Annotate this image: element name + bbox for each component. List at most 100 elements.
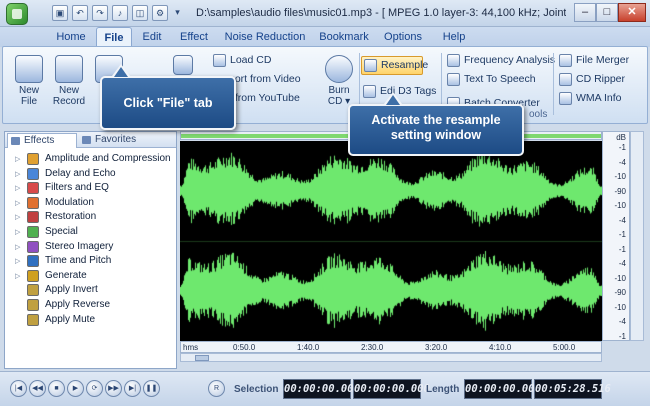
maximize-button[interactable]: □: [596, 3, 618, 22]
expand-icon[interactable]: [15, 302, 22, 309]
effect-label: Delay and Echo: [45, 167, 116, 179]
cd-ripper-button[interactable]: CD Ripper: [557, 71, 625, 88]
selection-label: Selection: [234, 384, 279, 395]
scroll-thumb[interactable]: [195, 355, 209, 361]
waveform-canvas[interactable]: [180, 141, 602, 341]
effect-item[interactable]: ▷ Filters and EQ: [13, 181, 175, 196]
selection-end-field[interactable]: 00:00:00.000: [353, 379, 430, 399]
vertical-scrollbar[interactable]: [630, 131, 644, 341]
tab-favorites[interactable]: Favorites: [79, 133, 159, 148]
effect-icon: [27, 299, 39, 311]
redo-icon[interactable]: ↷: [92, 5, 108, 21]
effect-icon: [27, 211, 39, 224]
expand-icon[interactable]: ▷: [15, 156, 22, 163]
burn-cd-icon: [325, 55, 353, 83]
length-label: Length: [426, 384, 460, 395]
expand-icon[interactable]: ▷: [15, 273, 22, 280]
expand-icon[interactable]: [15, 287, 22, 294]
tab-file[interactable]: File: [96, 27, 132, 47]
open-icon[interactable]: ◫: [132, 5, 148, 21]
db-tick-label: -10: [614, 273, 626, 283]
effect-label: Amplitude and Compression: [45, 153, 171, 164]
file-merger-button[interactable]: File Merger: [557, 52, 629, 69]
new-file-button[interactable]: New File: [11, 55, 47, 107]
tab-noise-reduction[interactable]: Noise Reduction: [222, 27, 308, 47]
effect-label: Stereo Imagery: [45, 240, 114, 252]
frequency-analysis-button[interactable]: Frequency Analysis: [445, 52, 555, 69]
ribbon-separator: [553, 53, 554, 115]
effect-item[interactable]: Apply Mute: [13, 313, 175, 328]
effect-item[interactable]: ▷ Restoration: [13, 210, 175, 225]
resample-button[interactable]: Resample: [361, 56, 428, 75]
db-tick-label: -1: [618, 143, 626, 152]
effect-item[interactable]: ▷ Modulation: [13, 196, 175, 211]
cd-ripper-icon: [559, 73, 572, 86]
load-cd-button[interactable]: Load CD: [211, 52, 271, 69]
effect-item[interactable]: Apply Reverse: [13, 298, 175, 313]
ribbon-file-panel: New File New Record O Load CD port from …: [2, 46, 648, 124]
effect-item[interactable]: ▷ Stereo Imagery: [13, 240, 175, 255]
time-ruler: hms 0:50.0 1:40.0 2:30.0 3:20.0 4:10.0 5:00.0: [180, 341, 602, 353]
effect-label: Apply Mute: [45, 313, 96, 325]
save-icon[interactable]: ▣: [52, 5, 68, 21]
app-logo-icon[interactable]: [6, 3, 28, 25]
expand-icon[interactable]: ▷: [15, 171, 22, 178]
wma-info-button[interactable]: WMA Info: [557, 90, 622, 107]
tab-bookmark[interactable]: Bookmark: [314, 27, 374, 47]
expand-icon[interactable]: ▷: [15, 258, 22, 265]
burn-cd-button[interactable]: Burn CD ▾: [321, 55, 357, 107]
rewind-button[interactable]: ◀◀: [29, 380, 46, 397]
time-tick-label: hms: [183, 343, 199, 352]
length-total-field[interactable]: 00:05:28.516: [534, 379, 611, 399]
cd-icon: [213, 54, 226, 67]
effect-item[interactable]: ▷ Generate: [13, 269, 175, 284]
effect-item[interactable]: ▷ Amplitude and Compression: [13, 152, 175, 167]
horizontal-scrollbar[interactable]: [180, 353, 602, 362]
text-to-speech-button[interactable]: Text To Speech: [445, 71, 536, 88]
tab-edit[interactable]: Edit: [136, 27, 168, 47]
effect-item[interactable]: ▷ Time and Pitch: [13, 254, 175, 269]
minimize-button[interactable]: –: [574, 3, 596, 22]
waveform-view[interactable]: [180, 141, 602, 341]
db-tick-label: -1: [618, 244, 626, 254]
close-button[interactable]: ✕: [618, 3, 646, 22]
new-record-button[interactable]: New Record: [51, 55, 87, 107]
settings-icon[interactable]: ⚙: [152, 5, 168, 21]
effect-item[interactable]: ▷ Special: [13, 225, 175, 240]
frequency-icon: [447, 54, 460, 67]
fast-forward-button[interactable]: ▶▶: [105, 380, 122, 397]
quick-access-dropdown-icon[interactable]: ▾: [172, 5, 183, 21]
db-tick-label: -4: [618, 215, 626, 225]
expand-icon[interactable]: ▷: [15, 229, 22, 236]
length-start-field[interactable]: 00:00:00.000: [464, 379, 541, 399]
tab-help[interactable]: Help: [436, 27, 472, 47]
tab-options[interactable]: Options: [380, 27, 426, 47]
tab-effects[interactable]: Effects: [7, 133, 77, 148]
record-button[interactable]: R: [208, 380, 225, 397]
tab-effect[interactable]: Effect: [174, 27, 214, 47]
expand-icon[interactable]: ▷: [15, 200, 22, 207]
pause-button[interactable]: ❚❚: [143, 380, 160, 397]
tab-home[interactable]: Home: [48, 27, 94, 47]
expand-icon[interactable]: [15, 317, 22, 324]
power-button[interactable]: [171, 55, 195, 77]
expand-icon[interactable]: ▷: [15, 185, 22, 192]
mic-icon[interactable]: ♪: [112, 5, 128, 21]
time-tick-label: 1:40.0: [297, 343, 320, 352]
transport-bar: |◀ ◀◀ ■ ▶ ⟳ ▶▶ ▶| ❚❚ R Selection 00:00:00.000 00…: [0, 371, 650, 406]
forward-end-button[interactable]: ▶|: [124, 380, 141, 397]
rewind-start-button[interactable]: |◀: [10, 380, 27, 397]
db-tick-label: -10: [614, 302, 626, 312]
effect-item[interactable]: ▷ Delay and Echo: [13, 167, 175, 182]
time-tick-label: 3:20.0: [425, 343, 448, 352]
undo-icon[interactable]: ↶: [72, 5, 88, 21]
effect-item[interactable]: Apply Invert: [13, 283, 175, 298]
stop-button[interactable]: ■: [48, 380, 65, 397]
play-button[interactable]: ▶: [67, 380, 84, 397]
callout-arrow: [112, 64, 130, 77]
expand-icon[interactable]: ▷: [15, 214, 22, 221]
play-loop-button[interactable]: ⟳: [86, 380, 103, 397]
selection-start-field[interactable]: 00:00:00.000: [283, 379, 360, 399]
expand-icon[interactable]: ▷: [15, 244, 22, 251]
effect-icon: [27, 255, 39, 268]
